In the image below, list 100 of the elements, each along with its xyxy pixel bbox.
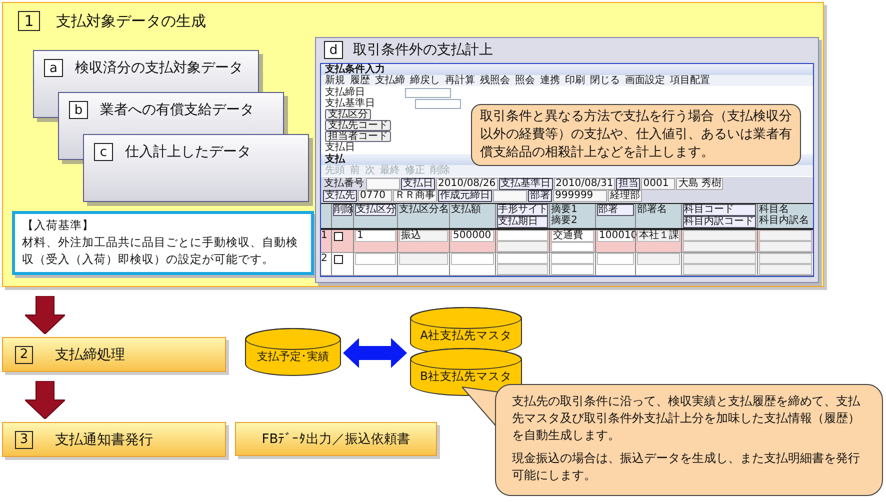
down-arrow-icon xyxy=(25,296,65,334)
field-button[interactable]: 支払区分 xyxy=(325,109,371,120)
header-value: 2010/08/26 xyxy=(436,178,498,190)
table-cell[interactable] xyxy=(683,230,756,241)
header-value: 999999 xyxy=(553,190,607,202)
checkbox[interactable] xyxy=(334,232,343,241)
field-button[interactable]: 支払先コード xyxy=(325,120,391,131)
field-label: 支払基準日 xyxy=(325,98,375,109)
header-value: 0001 xyxy=(641,178,676,190)
toolbar-item[interactable]: 閉じる xyxy=(590,75,620,86)
header-button[interactable]: 部署 xyxy=(528,190,552,202)
callout-text: 現金振込の場合は、振込データを生成し、また支払明細書を発行可能にします。 xyxy=(512,450,861,484)
card-title: 検収済分の支払対象データ xyxy=(75,59,243,77)
table-cell[interactable] xyxy=(551,242,594,252)
header-value xyxy=(366,178,400,190)
header-label: 支払番号 xyxy=(323,178,365,190)
column-header: 支払額 xyxy=(450,204,482,215)
column-header[interactable]: 部署 xyxy=(597,204,634,216)
header-value: 大島 秀樹 xyxy=(676,178,724,190)
step-number: 3 xyxy=(15,430,33,448)
table-cell[interactable] xyxy=(551,253,594,264)
toolbar-item[interactable]: 連携 xyxy=(540,75,560,86)
column-header[interactable]: 支払期日 xyxy=(497,216,548,228)
output-box: FBﾃﾞｰﾀ出力／振込依頼書 xyxy=(235,422,437,456)
callout: 取引条件と異なる方法で支払を行う場合（支払検収分以外の経費等）の支払や、仕入値引、あるいは業者有償支給品の相殺計上などを計上します。 xyxy=(471,104,801,166)
section-title: 支払対象データの生成 xyxy=(56,12,206,30)
table-row[interactable]: 2 xyxy=(321,253,813,276)
panel-letter: d xyxy=(324,41,343,59)
card-letter: c xyxy=(94,143,113,161)
callout-text: 支払先の取引条件に沿って、検収実績と支払履歴を締めて、支払先マスタ及び取引条件外支払計上分を加味した支払情報（履歴）を自動生成します。 xyxy=(512,393,861,444)
table-cell[interactable] xyxy=(497,230,548,241)
toolbar-item[interactable]: 再計算 xyxy=(445,75,475,86)
column-header: 科目内訳名 xyxy=(758,215,810,226)
column-header[interactable]: 科目コード xyxy=(683,204,756,216)
toolbar-item[interactable]: 履歴 xyxy=(350,75,370,86)
column-header[interactable]: 手形サイト xyxy=(497,204,548,216)
table-cell[interactable] xyxy=(597,253,634,265)
header-button[interactable]: 担当 xyxy=(616,178,640,190)
table-cell xyxy=(637,253,680,265)
table-cell xyxy=(759,230,812,241)
toolbar-item[interactable]: 締戻し xyxy=(410,75,440,86)
header-value: 0770 xyxy=(358,190,392,202)
header-button[interactable]: 支払基準日 xyxy=(498,178,553,190)
card-title: 業者への有償支給データ xyxy=(100,101,254,119)
section-label: 支払 xyxy=(325,154,345,165)
header-button[interactable]: 作成元締日 xyxy=(438,190,492,202)
toolbar-item[interactable]: 印刷 xyxy=(565,75,585,86)
input-field[interactable] xyxy=(415,98,461,108)
column-header: 支払区分名 xyxy=(398,204,449,215)
note-heading: 【入荷基準】 xyxy=(22,217,95,234)
table-cell xyxy=(759,264,812,275)
database-cylinder: 支払予定･実績 xyxy=(245,328,341,376)
header-button[interactable]: 支払日 xyxy=(401,178,435,190)
table-cell[interactable] xyxy=(497,264,548,275)
table-cell[interactable] xyxy=(497,253,548,264)
table-cell[interactable] xyxy=(683,264,756,275)
table-cell[interactable] xyxy=(451,253,494,265)
step-number: 1 xyxy=(18,11,40,31)
header-value: 経理部 xyxy=(608,190,642,202)
toolbar-item[interactable]: 画面設定 xyxy=(625,75,665,86)
table-cell[interactable] xyxy=(551,264,594,275)
table-row[interactable]: 1 1 振込 500000 交通費 100010 本社１課 xyxy=(321,230,813,253)
table-cell[interactable] xyxy=(683,241,756,252)
card-title: 仕入計上したデータ xyxy=(125,143,251,161)
input-field[interactable] xyxy=(405,88,451,98)
header-button[interactable]: 支払先 xyxy=(323,190,357,202)
down-arrow-icon xyxy=(25,381,65,419)
table-cell[interactable] xyxy=(683,253,756,264)
form-title: 支払条件入力 xyxy=(325,64,385,75)
table-cell[interactable]: 交通費 xyxy=(551,230,594,242)
column-header: 摘要2 xyxy=(550,215,578,226)
field-label: 支払締日 xyxy=(325,87,365,98)
header-value: ＲＲ商事 xyxy=(393,190,437,202)
step-title: 支払通知書発行 xyxy=(55,430,153,448)
table-cell xyxy=(399,253,448,265)
table-cell: 本社１課 xyxy=(637,230,680,242)
field-button[interactable]: 担当者コード xyxy=(325,131,391,142)
toolbar-item[interactable]: 支払締 xyxy=(375,75,405,86)
step-title: 支払締処理 xyxy=(55,346,125,364)
database-cylinder: B社支払先マスタ xyxy=(410,348,522,396)
toolbar-item[interactable]: 項目配置 xyxy=(670,75,710,86)
row-number: 1 xyxy=(321,230,328,241)
column-header[interactable]: 科目内訳コード xyxy=(683,216,756,228)
table-cell: 振込 xyxy=(399,230,448,242)
table-cell[interactable] xyxy=(497,241,548,252)
toolbar-item[interactable]: 照会 xyxy=(515,75,535,86)
column-header: 部署名 xyxy=(636,204,668,215)
table-cell[interactable]: 1 xyxy=(355,230,396,242)
table-cell[interactable] xyxy=(355,253,396,265)
panel-title: 取引条件外の支払計上 xyxy=(353,41,493,59)
table-cell[interactable]: 500000 xyxy=(451,230,494,242)
toolbar-item[interactable]: 残照会 xyxy=(480,75,510,86)
table-cell[interactable]: 100010 xyxy=(597,230,634,242)
step-number: 2 xyxy=(15,346,33,364)
toolbar-item[interactable]: 新規 xyxy=(325,75,345,86)
checkbox[interactable] xyxy=(334,255,343,264)
double-arrow-icon xyxy=(343,338,407,368)
header-value xyxy=(493,190,527,202)
header-value: 2010/08/31 xyxy=(554,178,616,190)
row-number: 2 xyxy=(321,253,328,264)
